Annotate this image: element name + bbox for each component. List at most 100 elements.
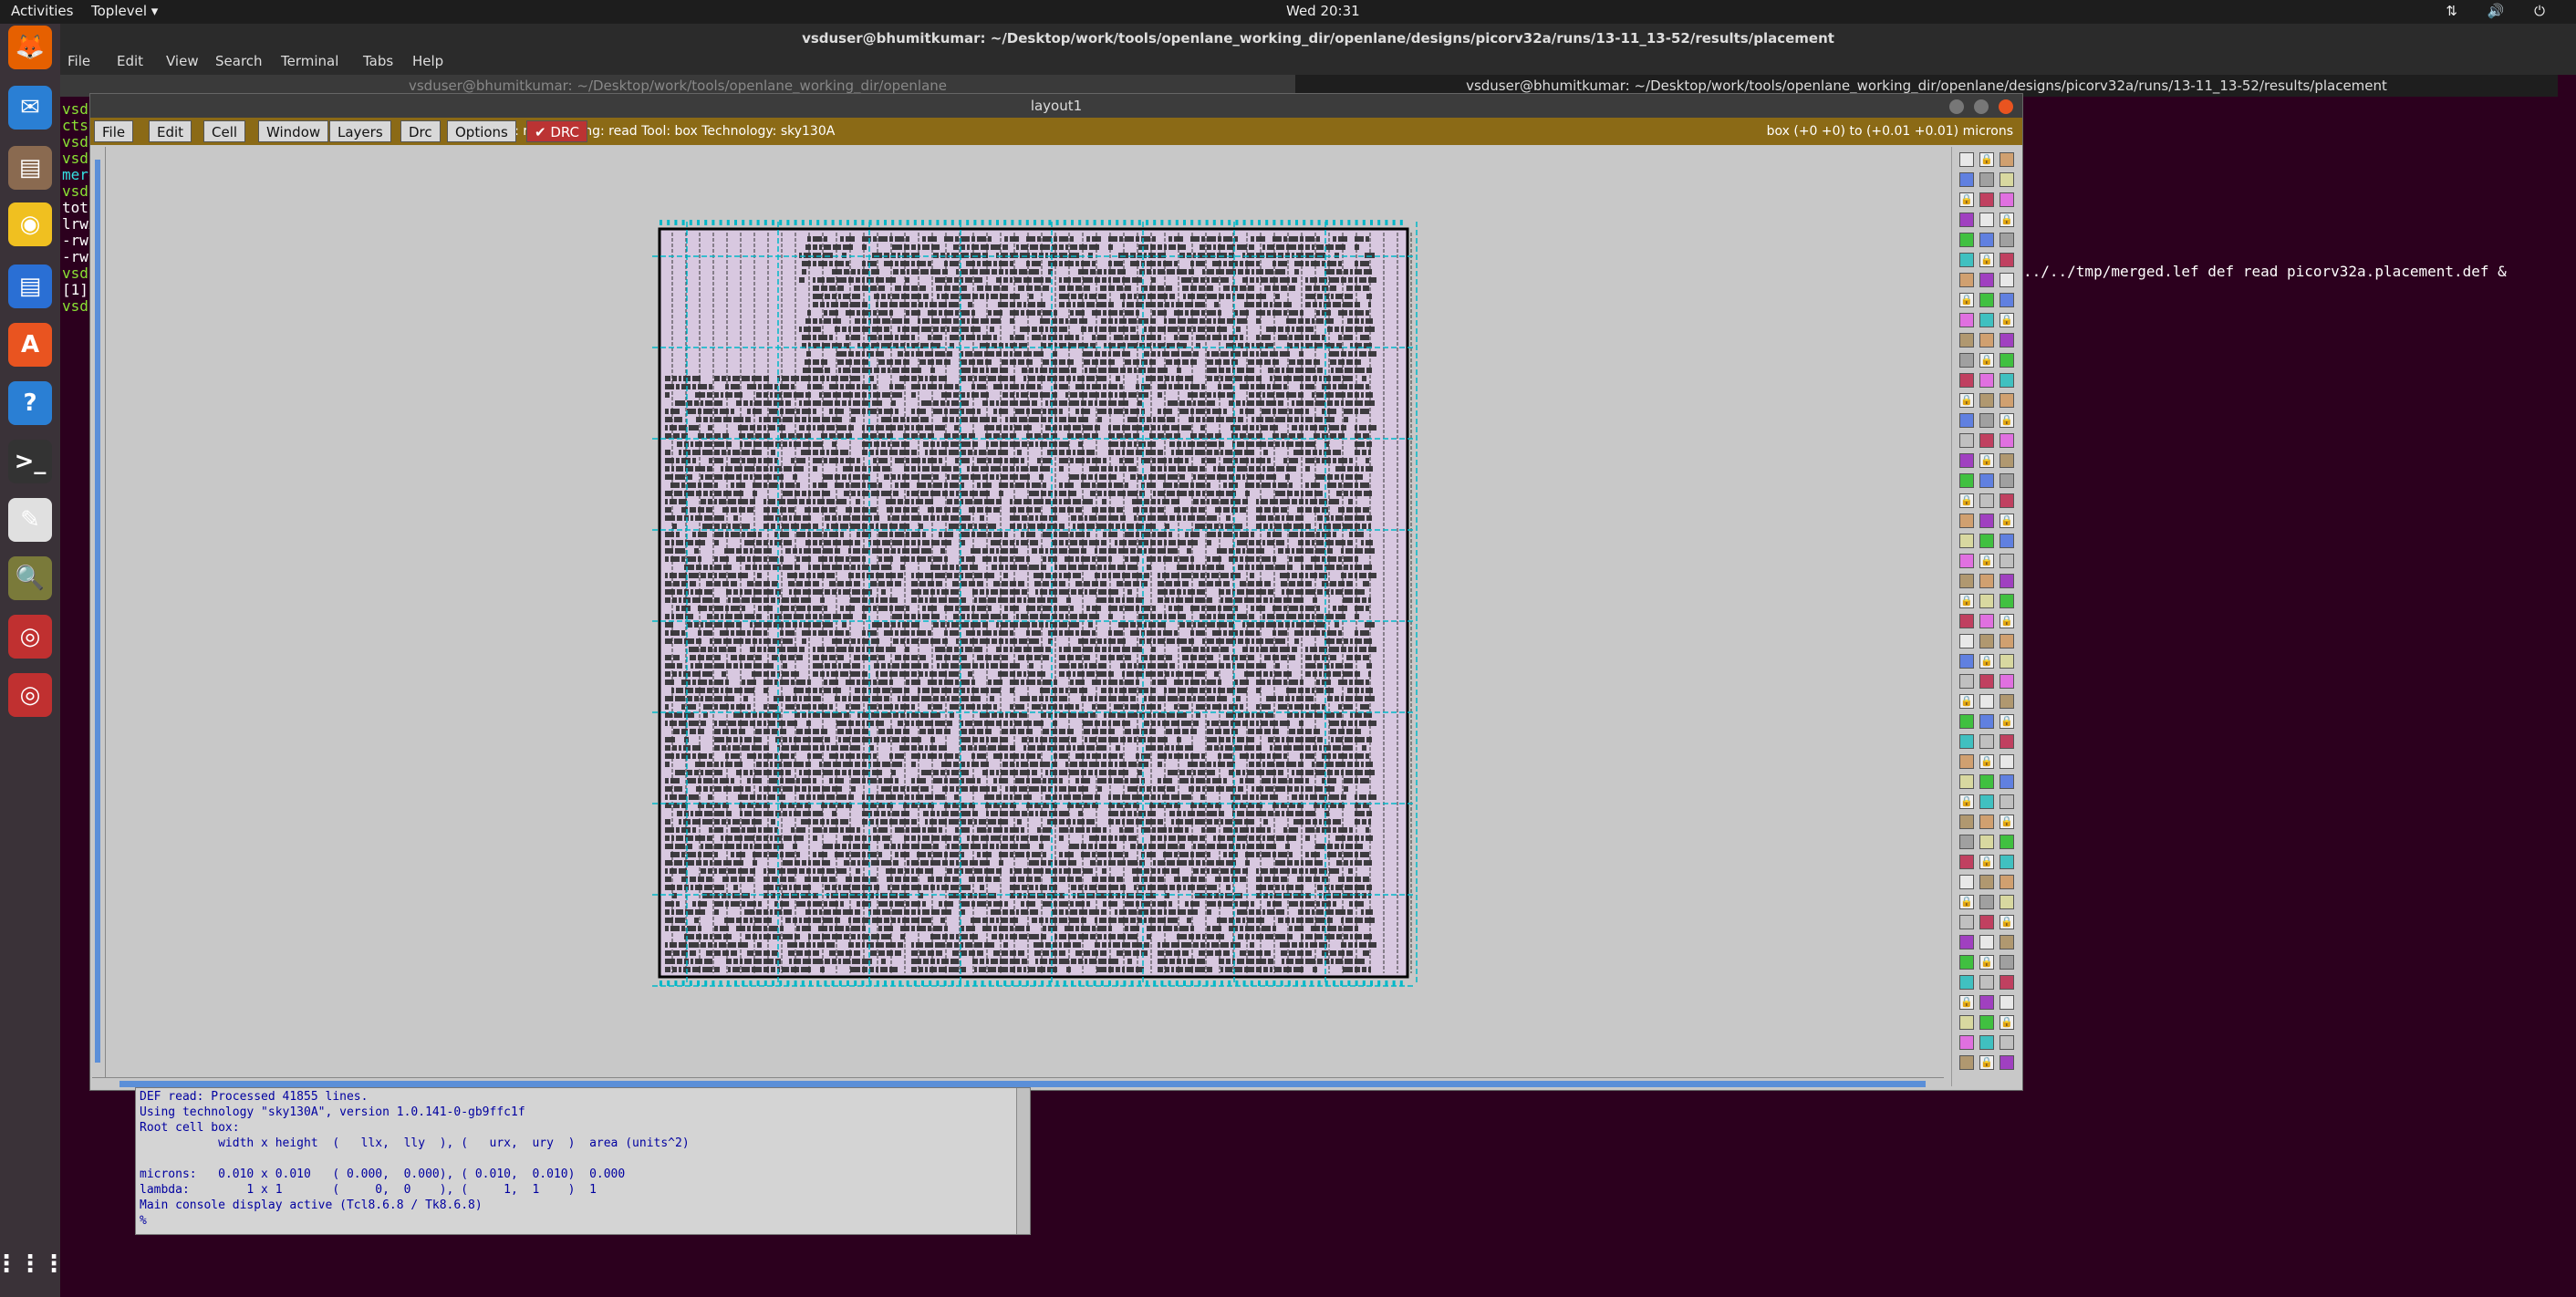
layer-swatch[interactable] [1979,594,1994,608]
layout-canvas[interactable] [109,147,1949,1077]
menu-file[interactable]: File [68,53,90,69]
close-button[interactable] [1999,99,2013,114]
layer-swatch[interactable] [2000,574,2014,588]
toolbar-file-button[interactable]: File [94,120,134,142]
layer-swatch[interactable]: 🔒 [2000,514,2014,528]
layer-swatch[interactable] [2000,794,2014,809]
layer-swatch[interactable] [2000,634,2014,648]
layer-swatch[interactable] [1979,794,1994,809]
layer-swatch[interactable]: 🔒 [1979,855,1994,869]
layer-swatch[interactable] [1959,413,1974,428]
layer-swatch[interactable] [1959,473,1974,488]
software-icon[interactable]: A [8,323,52,367]
layer-swatch[interactable] [2000,453,2014,468]
layer-swatch[interactable] [1959,453,1974,468]
layer-swatch[interactable]: 🔒 [1959,493,1974,508]
layer-swatch[interactable] [1959,152,1974,167]
layer-swatch[interactable]: 🔒 [1959,995,1974,1010]
layer-swatch[interactable] [1959,955,1974,970]
layer-swatch[interactable] [1959,835,1974,849]
image-viewer-icon[interactable]: 🔍 [8,556,52,600]
layer-swatch[interactable] [2000,754,2014,769]
layer-swatch[interactable] [1959,353,1974,368]
layer-swatch[interactable] [2000,855,2014,869]
toolbar-drc-button[interactable]: Drc [400,120,441,142]
layer-swatch[interactable] [1979,875,1994,889]
menu-search[interactable]: Search [215,53,263,69]
layer-swatch[interactable] [1979,273,1994,287]
layer-swatch[interactable]: 🔒 [1979,754,1994,769]
layer-swatch[interactable]: 🔒 [1979,453,1994,468]
layer-swatch[interactable] [2000,433,2014,448]
layer-swatch[interactable] [2000,373,2014,388]
layer-swatch[interactable] [1959,674,1974,689]
layer-swatch[interactable]: 🔒 [1979,1055,1994,1070]
layer-swatch[interactable] [2000,393,2014,408]
layer-swatch[interactable]: 🔒 [1959,895,1974,909]
layer-swatch[interactable] [1979,895,1994,909]
layer-swatch[interactable] [2000,955,2014,970]
layer-swatch[interactable] [1959,373,1974,388]
toolbar-layers-button[interactable]: Layers [329,120,391,142]
system-menu[interactable]: ⇅ 🔊 ⏻ [2446,3,2558,19]
layer-swatch[interactable]: 🔒 [1959,594,1974,608]
layer-swatch[interactable] [1959,574,1974,588]
layer-swatch[interactable]: 🔒 [1959,694,1974,709]
layer-swatch[interactable] [2000,1035,2014,1050]
layer-swatch[interactable]: 🔒 [1979,554,1994,568]
layer-swatch[interactable] [1979,514,1994,528]
layer-swatch[interactable] [2000,694,2014,709]
terminal-icon[interactable]: >_ [8,440,52,483]
layer-swatch[interactable] [1959,855,1974,869]
layer-swatch[interactable] [1959,614,1974,628]
layer-swatch[interactable] [1979,313,1994,327]
layer-swatch[interactable] [2000,594,2014,608]
layer-swatch[interactable] [1979,333,1994,348]
layer-swatch[interactable]: 🔒 [2000,1015,2014,1030]
layer-swatch[interactable] [1979,714,1994,729]
thunderbird-icon[interactable]: ✉ [8,86,52,130]
layer-swatch[interactable] [1979,1035,1994,1050]
layer-swatch[interactable] [2000,975,2014,990]
layer-swatch[interactable]: 🔒 [2000,614,2014,628]
layer-swatch[interactable] [2000,192,2014,207]
layer-swatch[interactable] [1979,493,1994,508]
layer-swatch[interactable] [1979,734,1994,749]
layer-swatch[interactable] [2000,233,2014,247]
layer-swatch[interactable] [1959,815,1974,829]
magic-icon-1[interactable]: ◎ [8,615,52,659]
drc-toggle-button[interactable]: ✔ DRC [526,120,588,142]
layer-swatch[interactable] [1979,413,1994,428]
menu-help[interactable]: Help [412,53,443,69]
layer-swatch[interactable] [1979,674,1994,689]
firefox-icon[interactable]: 🦊 [8,26,52,69]
layer-swatch[interactable] [1959,253,1974,267]
layer-swatch[interactable] [2000,152,2014,167]
layer-swatch[interactable] [2000,353,2014,368]
layer-swatch[interactable]: 🔒 [1979,353,1994,368]
activities-button[interactable]: Activities [11,3,73,19]
layer-swatch[interactable] [1979,835,1994,849]
layer-swatch[interactable] [1959,313,1974,327]
layer-swatch[interactable]: 🔒 [1979,654,1994,669]
layer-swatch[interactable] [1959,734,1974,749]
layer-swatch[interactable]: 🔒 [1959,192,1974,207]
layer-swatch[interactable] [1979,915,1994,929]
menu-tabs[interactable]: Tabs [363,53,393,69]
layer-swatch[interactable] [1979,433,1994,448]
layer-swatch[interactable] [1959,172,1974,187]
layer-swatch[interactable] [1959,915,1974,929]
layer-swatch[interactable] [2000,835,2014,849]
layer-swatch[interactable] [1979,614,1994,628]
layer-swatch[interactable] [1979,233,1994,247]
layer-swatch[interactable] [1979,694,1994,709]
layer-swatch[interactable] [1979,774,1994,789]
layer-swatch[interactable] [1959,514,1974,528]
layer-swatch[interactable] [1959,1015,1974,1030]
tk-console[interactable]: DEF read: Processed 41855 lines. Using te… [135,1087,1031,1235]
layer-swatch[interactable]: 🔒 [1959,293,1974,307]
layer-swatch[interactable] [2000,995,2014,1010]
layer-swatch[interactable]: 🔒 [2000,413,2014,428]
layer-swatch[interactable] [1959,534,1974,548]
layer-swatch[interactable] [1959,554,1974,568]
